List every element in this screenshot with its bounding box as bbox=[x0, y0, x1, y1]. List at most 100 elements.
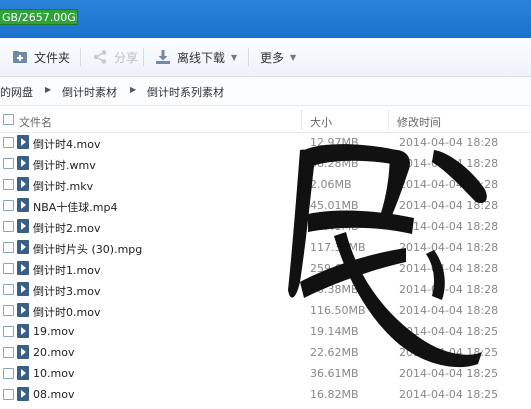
file-size: 45.01MB bbox=[310, 199, 359, 212]
file-name[interactable]: 倒计时.wmv bbox=[33, 157, 96, 173]
file-row[interactable]: 倒计时2.mov 26.41MB 2014-04-04 18:28 bbox=[0, 216, 531, 237]
file-name[interactable]: 倒计时.mkv bbox=[33, 178, 93, 194]
file-size: 12.97MB bbox=[310, 136, 359, 149]
video-file-icon bbox=[17, 324, 29, 338]
video-file-icon bbox=[17, 156, 29, 170]
row-checkbox[interactable] bbox=[3, 179, 14, 190]
select-all-checkbox[interactable] bbox=[3, 114, 14, 125]
more-button[interactable]: 更多 ▼ bbox=[260, 47, 296, 67]
file-name[interactable]: NBA十佳球.mp4 bbox=[33, 199, 118, 215]
storage-quota-bar: GB/2657.00GB bbox=[0, 9, 78, 25]
breadcrumb-item-countdown-material[interactable]: 倒计时素材 bbox=[62, 84, 117, 100]
video-file-icon bbox=[17, 240, 29, 254]
file-row[interactable]: 20.mov 22.62MB 2014-04-04 18:25 bbox=[0, 342, 531, 363]
row-checkbox[interactable] bbox=[3, 263, 14, 274]
file-modified: 2014-04-04 18:28 bbox=[399, 199, 499, 212]
file-row[interactable]: 倒计时1.mov 259.61MB 2014-04-04 18:28 bbox=[0, 258, 531, 279]
chevron-right-icon: ▶ bbox=[45, 85, 52, 94]
row-checkbox[interactable] bbox=[3, 368, 14, 379]
file-modified: 2014-04-04 18:25 bbox=[399, 367, 499, 380]
row-checkbox[interactable] bbox=[3, 221, 14, 232]
file-modified: 2014-04-04 18:25 bbox=[399, 346, 499, 359]
new-folder-icon bbox=[13, 51, 27, 63]
file-row[interactable]: 倒计时片头 (30).mpg 117.32MB 2014-04-04 18:28 bbox=[0, 237, 531, 258]
column-divider[interactable] bbox=[388, 110, 389, 130]
file-row[interactable]: 08.mov 16.82MB 2014-04-04 18:25 bbox=[0, 384, 531, 405]
file-row[interactable]: 倒计时0.mov 116.50MB 2014-04-04 18:28 bbox=[0, 300, 531, 321]
file-modified: 2014-04-04 18:28 bbox=[399, 136, 499, 149]
file-size: 259.61MB bbox=[310, 262, 366, 275]
row-checkbox[interactable] bbox=[3, 347, 14, 358]
file-name[interactable]: 倒计时片头 (30).mpg bbox=[33, 241, 142, 257]
file-row[interactable]: 倒计时.wmv 38.28MB 2014-04-04 18:28 bbox=[0, 153, 531, 174]
row-checkbox[interactable] bbox=[3, 137, 14, 148]
file-name[interactable]: 08.mov bbox=[33, 388, 74, 401]
file-name[interactable]: 倒计时3.mov bbox=[33, 283, 100, 299]
share-label: 分享 bbox=[114, 50, 139, 65]
video-file-icon bbox=[17, 135, 29, 149]
file-size: 19.14MB bbox=[310, 325, 359, 338]
file-size: 22.62MB bbox=[310, 346, 359, 359]
storage-quota-text: GB/2657.00GB bbox=[2, 11, 78, 24]
file-modified: 2014-04-04 18:25 bbox=[399, 388, 499, 401]
file-name[interactable]: 倒计时2.mov bbox=[33, 220, 100, 236]
file-size: 70.38MB bbox=[310, 283, 359, 296]
row-checkbox[interactable] bbox=[3, 305, 14, 316]
file-modified: 2014-04-04 18:28 bbox=[399, 304, 499, 317]
file-modified: 2014-04-04 18:28 bbox=[399, 283, 499, 296]
video-file-icon bbox=[17, 261, 29, 275]
row-checkbox[interactable] bbox=[3, 284, 14, 295]
file-list-header: 文件名 大小 修改时间 bbox=[0, 108, 531, 133]
top-bar: GB/2657.00GB bbox=[0, 0, 531, 38]
file-size: 36.61MB bbox=[310, 367, 359, 380]
column-header-modified[interactable]: 修改时间 bbox=[397, 114, 441, 130]
row-checkbox[interactable] bbox=[3, 200, 14, 211]
file-name[interactable]: 倒计时1.mov bbox=[33, 262, 100, 278]
file-row[interactable]: 倒计时3.mov 70.38MB 2014-04-04 18:28 bbox=[0, 279, 531, 300]
file-row[interactable]: 倒计时4.mov 12.97MB 2014-04-04 18:28 bbox=[0, 132, 531, 153]
column-divider[interactable] bbox=[301, 110, 302, 130]
file-name[interactable]: 10.mov bbox=[33, 367, 74, 380]
file-modified: 2014-04-04 18:28 bbox=[399, 157, 499, 170]
row-checkbox[interactable] bbox=[3, 158, 14, 169]
column-header-name[interactable]: 文件名 bbox=[19, 114, 52, 130]
file-name[interactable]: 倒计时4.mov bbox=[33, 136, 100, 152]
video-file-icon bbox=[17, 366, 29, 380]
chevron-down-icon: ▼ bbox=[231, 52, 238, 62]
file-modified: 2014-04-04 18:28 bbox=[399, 178, 499, 191]
offline-download-label: 离线下载 bbox=[177, 50, 226, 65]
breadcrumb-item-my-drive[interactable]: 的网盘 bbox=[0, 84, 33, 100]
video-file-icon bbox=[17, 303, 29, 317]
share-button[interactable]: 分享 bbox=[92, 47, 138, 67]
row-checkbox[interactable] bbox=[3, 242, 14, 253]
video-file-icon bbox=[17, 345, 29, 359]
file-row[interactable]: 10.mov 36.61MB 2014-04-04 18:25 bbox=[0, 363, 531, 384]
toolbar-divider bbox=[143, 48, 144, 66]
file-size: 2.06MB bbox=[310, 178, 352, 191]
breadcrumb-item-countdown-series[interactable]: 倒计时系列素材 bbox=[147, 84, 224, 100]
file-modified: 2014-04-04 18:28 bbox=[399, 241, 499, 254]
file-row[interactable]: 倒计时.mkv 2.06MB 2014-04-04 18:28 bbox=[0, 174, 531, 195]
file-name[interactable]: 20.mov bbox=[33, 346, 74, 359]
new-folder-button[interactable]: 文件夹 bbox=[12, 47, 70, 67]
more-label: 更多 bbox=[260, 50, 285, 65]
video-file-icon bbox=[17, 198, 29, 212]
file-modified: 2014-04-04 18:28 bbox=[399, 220, 499, 233]
file-name[interactable]: 19.mov bbox=[33, 325, 74, 338]
file-row[interactable]: 19.mov 19.14MB 2014-04-04 18:25 bbox=[0, 321, 531, 342]
new-folder-label: 文件夹 bbox=[34, 50, 71, 65]
file-row[interactable]: NBA十佳球.mp4 45.01MB 2014-04-04 18:28 bbox=[0, 195, 531, 216]
column-header-size[interactable]: 大小 bbox=[310, 114, 332, 130]
row-checkbox[interactable] bbox=[3, 326, 14, 337]
breadcrumb: 的网盘 ▶ 倒计时素材 ▶ 倒计时系列素材 bbox=[0, 77, 531, 106]
toolbar-divider bbox=[248, 48, 249, 66]
file-name[interactable]: 倒计时0.mov bbox=[33, 304, 100, 320]
file-modified: 2014-04-04 18:28 bbox=[399, 262, 499, 275]
offline-download-button[interactable]: 离线下载 ▼ bbox=[155, 47, 237, 67]
file-size: 16.82MB bbox=[310, 388, 359, 401]
download-icon bbox=[156, 50, 170, 64]
toolbar-divider bbox=[80, 48, 81, 66]
file-size: 117.32MB bbox=[310, 241, 366, 254]
row-checkbox[interactable] bbox=[3, 389, 14, 400]
file-size: 38.28MB bbox=[310, 157, 359, 170]
